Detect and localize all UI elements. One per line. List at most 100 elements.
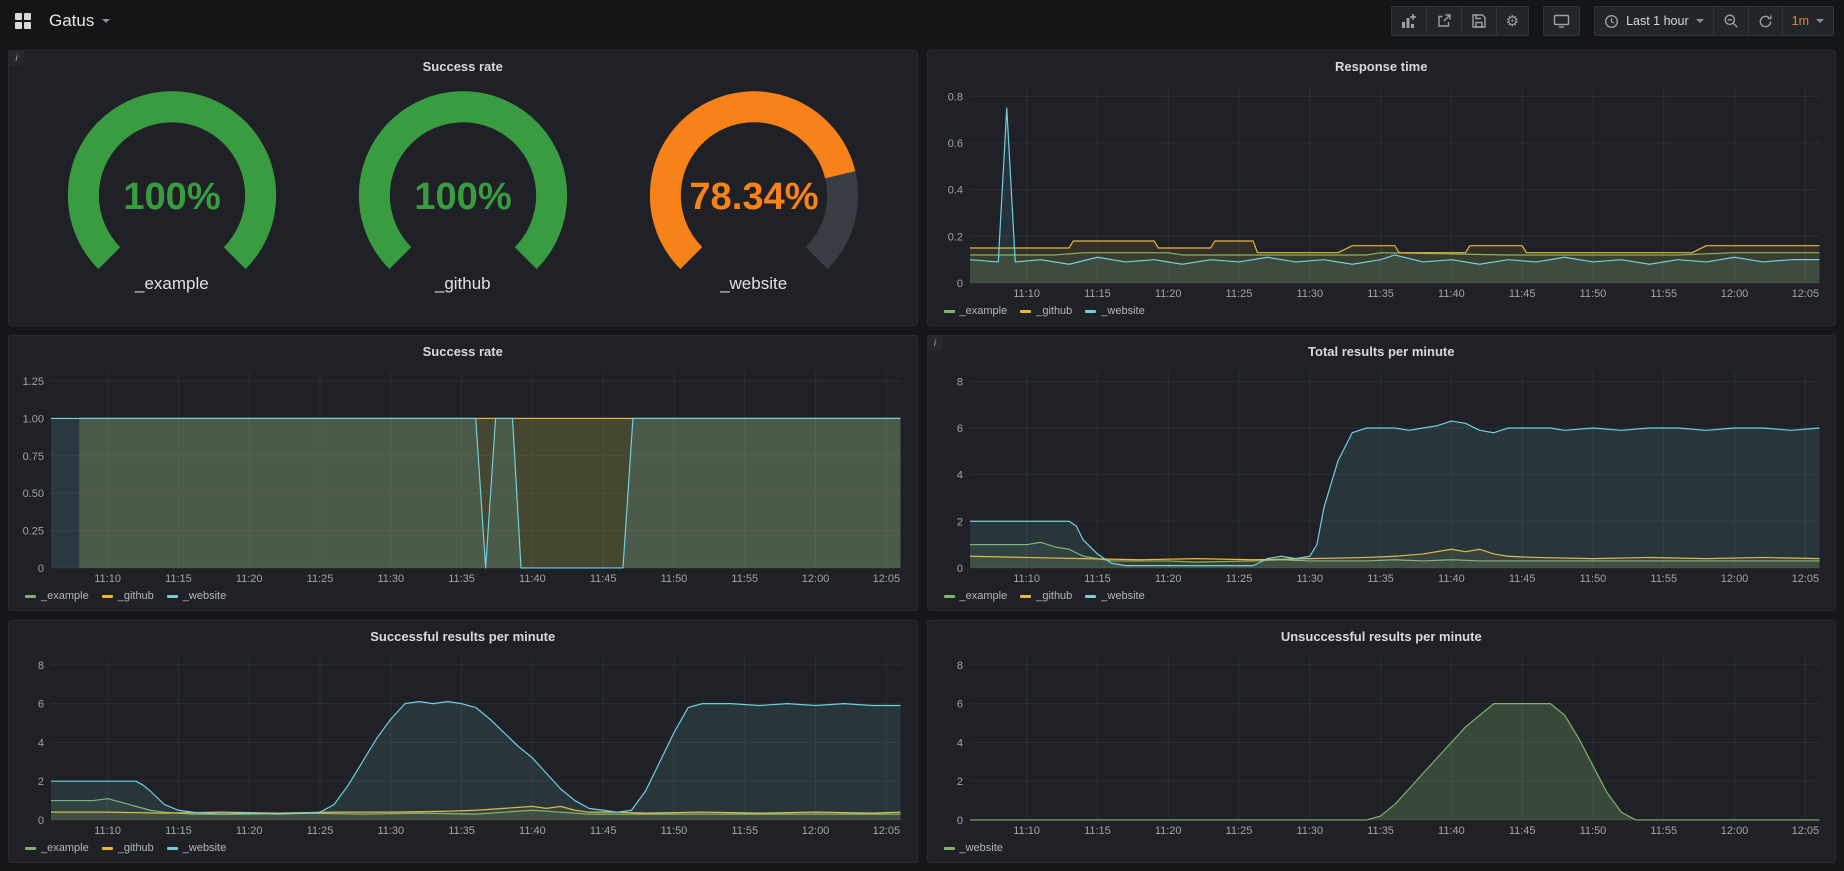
zoom-out-button[interactable] (1713, 6, 1748, 36)
svg-text:11:15: 11:15 (165, 825, 192, 837)
legend-item-_github[interactable]: _github (102, 590, 154, 602)
response-time-chart[interactable]: 11:1011:1511:2011:2511:3011:3511:4011:45… (934, 78, 1830, 302)
cycle-view-button[interactable] (1543, 6, 1580, 36)
time-range-button[interactable]: Last 1 hour (1594, 6, 1713, 36)
svg-text:11:25: 11:25 (1225, 288, 1252, 300)
gauge-_website: 78.34%_website (620, 84, 888, 294)
add-panel-button[interactable] (1391, 6, 1426, 36)
svg-text:12:05: 12:05 (873, 573, 901, 585)
svg-text:12:00: 12:00 (1720, 573, 1748, 585)
svg-text:11:35: 11:35 (1367, 288, 1394, 300)
svg-text:11:20: 11:20 (236, 825, 263, 837)
legend-series-mark (167, 595, 178, 598)
legend-item-_github[interactable]: _github (1020, 305, 1072, 317)
legend-item-_github[interactable]: _github (102, 842, 154, 854)
legend-item-_website[interactable]: _website (167, 842, 226, 854)
svg-text:11:10: 11:10 (1013, 573, 1040, 585)
gauge-arc: 100% (38, 84, 306, 280)
svg-text:11:10: 11:10 (1013, 288, 1040, 300)
legend-item-_website[interactable]: _website (167, 590, 226, 602)
svg-text:11:15: 11:15 (165, 573, 192, 585)
svg-text:2: 2 (956, 776, 962, 788)
svg-text:11:45: 11:45 (590, 825, 617, 837)
gauge-_github: 100% _github (329, 84, 597, 294)
refresh-icon (1758, 14, 1773, 29)
save-button[interactable] (1461, 6, 1496, 36)
caret-down-icon (102, 19, 110, 23)
success-rate-chart[interactable]: 11:1011:1511:2011:2511:3011:3511:4011:45… (15, 363, 911, 587)
legend-series-mark (25, 847, 36, 850)
refresh-interval-button[interactable]: 1m (1782, 6, 1834, 36)
legend-series-mark (1020, 595, 1031, 598)
panel-info-icon[interactable]: i (928, 336, 943, 351)
grafana-menu-button[interactable] (8, 8, 38, 34)
legend-item-_example[interactable]: _example (944, 590, 1008, 602)
panel-info-icon[interactable]: i (9, 51, 24, 66)
panel-success-rate-gauges: i Success rate 100%_example100%_github78… (8, 50, 918, 326)
panel-header[interactable]: Unsuccessful results per minute (934, 624, 1830, 648)
svg-text:0.75: 0.75 (23, 451, 44, 463)
panel-header[interactable]: Total results per minute (934, 339, 1830, 363)
gauge-title: _github (435, 274, 491, 294)
svg-text:11:45: 11:45 (590, 573, 617, 585)
svg-text:11:30: 11:30 (1296, 288, 1323, 300)
legend-item-_website[interactable]: _website (1085, 305, 1144, 317)
legend-item-_example[interactable]: _example (25, 590, 89, 602)
dashboard-title-picker[interactable]: Gatus (49, 11, 110, 31)
svg-text:0: 0 (956, 563, 962, 575)
legend-item-_website[interactable]: _website (1085, 590, 1144, 602)
svg-text:11:45: 11:45 (1508, 825, 1535, 837)
svg-text:0.2: 0.2 (947, 231, 962, 243)
svg-text:8: 8 (956, 376, 962, 388)
legend-series-label: _website (183, 842, 226, 854)
legend-series-mark (944, 847, 955, 850)
dashboard-title: Gatus (49, 11, 94, 31)
share-button[interactable] (1426, 6, 1461, 36)
panel-header[interactable]: Success rate (15, 54, 911, 78)
svg-text:12:00: 12:00 (1720, 288, 1748, 300)
panel-title: Response time (1335, 59, 1427, 74)
chart-legend: _example _github _website (15, 839, 911, 857)
svg-text:78.34%: 78.34% (689, 175, 818, 218)
panel-response-time: Response time 11:1011:1511:2011:2511:301… (927, 50, 1837, 326)
svg-text:11:50: 11:50 (661, 573, 688, 585)
svg-text:0.50: 0.50 (23, 488, 44, 500)
chart-area: 11:1011:1511:2011:2511:3011:3511:4011:45… (15, 648, 911, 839)
chart-area: 11:1011:1511:2011:2511:3011:3511:4011:45… (934, 363, 1830, 587)
svg-text:4: 4 (38, 737, 44, 749)
svg-text:11:55: 11:55 (1650, 288, 1677, 300)
legend-series-mark (1085, 595, 1096, 598)
panel-header[interactable]: Success rate (15, 339, 911, 363)
unsuccessful-results-chart[interactable]: 11:1011:1511:2011:2511:3011:3511:4011:45… (934, 648, 1830, 839)
legend-item-_example[interactable]: _example (25, 842, 89, 854)
svg-text:11:55: 11:55 (1650, 573, 1677, 585)
svg-text:0: 0 (956, 278, 962, 290)
refresh-button[interactable] (1748, 6, 1782, 36)
settings-button[interactable]: ⚙ (1496, 6, 1529, 36)
svg-text:11:55: 11:55 (1650, 825, 1677, 837)
svg-text:100%: 100% (414, 175, 512, 218)
successful-results-chart[interactable]: 11:1011:1511:2011:2511:3011:3511:4011:45… (15, 648, 911, 839)
legend-item-_github[interactable]: _github (1020, 590, 1072, 602)
caret-down-icon (1696, 19, 1704, 23)
legend-item-_example[interactable]: _example (944, 305, 1008, 317)
svg-text:11:20: 11:20 (1154, 573, 1181, 585)
svg-text:6: 6 (38, 699, 44, 711)
svg-text:11:25: 11:25 (307, 573, 334, 585)
gear-icon: ⚙ (1506, 14, 1519, 29)
panel-title: Success rate (423, 59, 503, 74)
svg-text:11:10: 11:10 (1013, 825, 1040, 837)
svg-text:1.25: 1.25 (23, 376, 44, 388)
share-icon (1436, 13, 1452, 29)
svg-text:11:45: 11:45 (1508, 573, 1535, 585)
total-results-chart[interactable]: 11:1011:1511:2011:2511:3011:3511:4011:45… (934, 363, 1830, 587)
legend-series-label: _github (1036, 305, 1072, 317)
legend-series-mark (102, 595, 113, 598)
svg-text:11:40: 11:40 (1438, 288, 1465, 300)
panel-header[interactable]: Response time (934, 54, 1830, 78)
panel-header[interactable]: Successful results per minute (15, 624, 911, 648)
chart-area: 11:1011:1511:2011:2511:3011:3511:4011:45… (934, 78, 1830, 302)
legend-item-_website[interactable]: _website (944, 842, 1003, 854)
svg-text:11:50: 11:50 (1579, 573, 1606, 585)
time-controls-group: Last 1 hour 1m (1594, 6, 1834, 36)
